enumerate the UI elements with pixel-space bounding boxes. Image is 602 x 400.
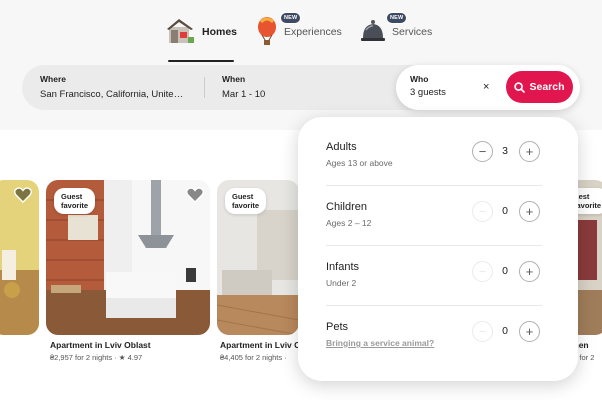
service-bell-icon xyxy=(360,18,386,47)
tab-services-label: Services xyxy=(392,26,433,38)
listing-title: Apartment in Lviv O xyxy=(220,340,301,350)
pets-count: 0 xyxy=(502,325,508,337)
where-label: Where xyxy=(40,74,66,84)
adults-decrease-button[interactable]: − xyxy=(472,141,493,162)
infants-decrease-button[interactable]: − xyxy=(472,261,493,282)
where-value: San Francisco, California, Unite… xyxy=(40,89,184,100)
when-field[interactable]: When Mar 1 - 10 xyxy=(204,65,394,110)
guest-row-title: Adults xyxy=(326,141,357,153)
divider xyxy=(326,245,542,246)
house-icon xyxy=(166,17,196,48)
guest-row-title: Children xyxy=(326,201,367,213)
divider xyxy=(326,305,542,306)
guest-favorite-badge: Guest favorite xyxy=(225,188,267,214)
search-button[interactable]: Search xyxy=(506,71,573,103)
listing-price: ₴2,957 for 2 nights · ★ 4.97 xyxy=(50,353,143,362)
active-tab-underline xyxy=(168,60,234,62)
guest-row-infants: Infants Under 2 − 0 + xyxy=(326,261,542,321)
infants-count: 0 xyxy=(502,265,508,277)
pets-increase-button[interactable]: + xyxy=(519,321,540,342)
experiences-new-badge: NEW xyxy=(280,12,302,24)
service-animal-link[interactable]: Bringing a service animal? xyxy=(326,338,434,348)
tab-experiences-label: Experiences xyxy=(284,26,342,38)
tab-services[interactable]: NEW Services xyxy=(360,12,433,50)
guests-dropdown: Adults Ages 13 or above − 3 + Children A… xyxy=(298,117,578,381)
children-count: 0 xyxy=(502,205,508,217)
tab-homes-label: Homes xyxy=(202,26,238,38)
when-value: Mar 1 - 10 xyxy=(222,89,266,100)
services-new-badge: NEW xyxy=(386,12,408,24)
adults-count: 3 xyxy=(502,145,508,157)
guest-row-pets: Pets Bringing a service animal? − 0 + xyxy=(326,321,542,381)
clear-guests-icon[interactable]: × xyxy=(483,81,489,93)
where-field[interactable]: Where San Francisco, California, Unite… xyxy=(22,65,204,110)
listing-title: Apartment in Lviv Oblast xyxy=(50,340,151,350)
heart-icon[interactable] xyxy=(186,187,204,208)
guest-favorite-badge: Guest favorite xyxy=(54,188,96,214)
listing-price: ₴4,405 for 2 nights · xyxy=(220,353,287,362)
guest-row-children: Children Ages 2 – 12 − 0 + xyxy=(326,201,542,261)
children-decrease-button[interactable]: − xyxy=(472,201,493,222)
who-field[interactable]: Who 3 guests × Search xyxy=(396,65,580,110)
infants-increase-button[interactable]: + xyxy=(519,261,540,282)
guest-row-adults: Adults Ages 13 or above − 3 + xyxy=(326,141,542,201)
search-bar: Where San Francisco, California, Unite… … xyxy=(22,65,580,110)
who-label: Who xyxy=(410,74,429,84)
guest-row-title: Infants xyxy=(326,261,360,273)
when-label: When xyxy=(222,74,246,84)
children-increase-button[interactable]: + xyxy=(519,201,540,222)
category-nav: Homes NEW Experiences NEW Services xyxy=(0,12,602,62)
tab-homes[interactable]: Homes xyxy=(166,14,237,50)
hot-air-balloon-icon xyxy=(256,16,278,49)
heart-icon[interactable] xyxy=(14,187,32,208)
search-button-label: Search xyxy=(529,81,565,93)
tab-experiences[interactable]: NEW Experiences xyxy=(256,12,342,50)
guest-row-subtitle: Under 2 xyxy=(326,278,357,288)
adults-increase-button[interactable]: + xyxy=(519,141,540,162)
who-value: 3 guests xyxy=(410,87,446,98)
guest-row-subtitle: Ages 13 or above xyxy=(326,158,393,168)
search-icon xyxy=(514,81,526,93)
pets-decrease-button[interactable]: − xyxy=(472,321,493,342)
guest-row-subtitle: Ages 2 – 12 xyxy=(326,218,372,228)
guest-row-title: Pets xyxy=(326,321,349,333)
divider xyxy=(326,185,542,186)
